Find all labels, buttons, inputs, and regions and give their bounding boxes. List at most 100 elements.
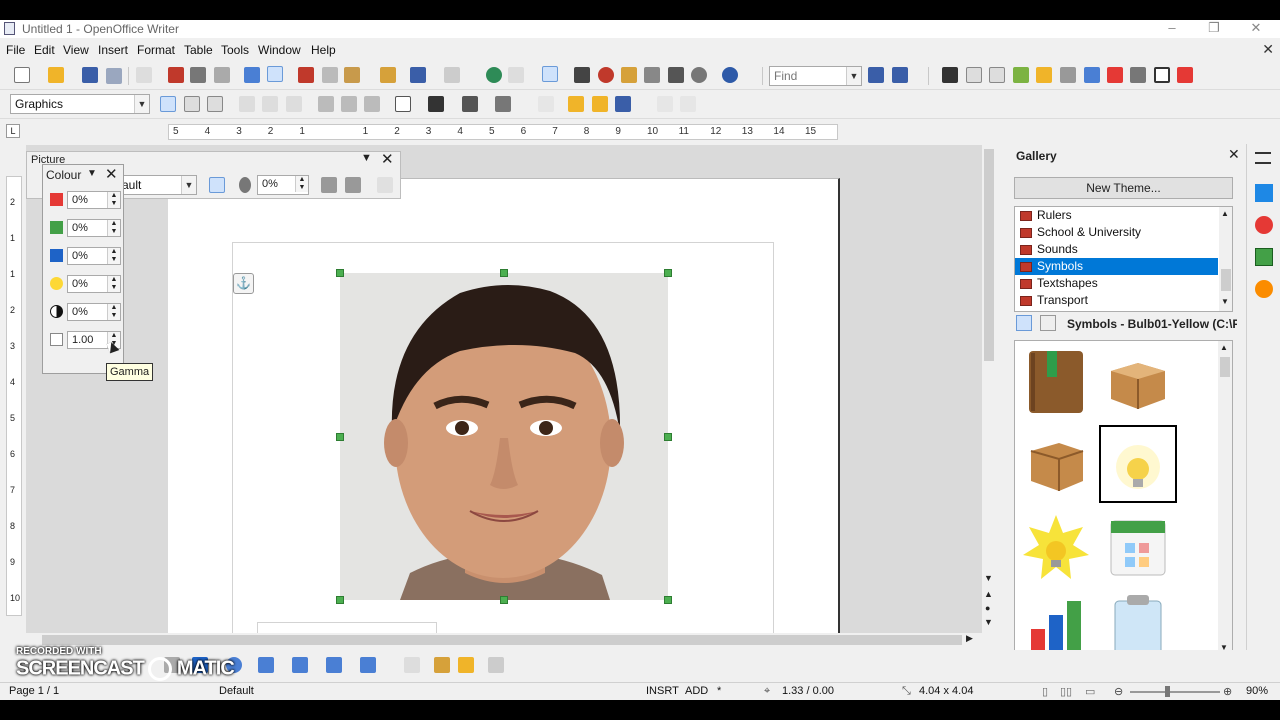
gallery-theme-list[interactable]: Rulers School & University Sounds Symbol… (1014, 206, 1233, 312)
resize-handle-b[interactable] (500, 596, 508, 604)
color-grid-icon[interactable] (1107, 67, 1123, 83)
vertical-ruler[interactable]: 2 1 1 2 3 4 5 6 7 8 9 10 (6, 176, 22, 616)
gallery-icon[interactable] (621, 67, 637, 83)
insert-mode[interactable]: INSRT (646, 685, 679, 697)
image-map-icon[interactable] (1084, 67, 1100, 83)
menu-window[interactable]: Window (258, 43, 301, 57)
drop-icon[interactable] (966, 67, 982, 83)
wrap-through-icon[interactable] (207, 96, 223, 112)
resize-handle-br[interactable] (664, 596, 672, 604)
borders-icon[interactable] (395, 96, 411, 112)
scroll-up-icon[interactable]: ▲ (1220, 343, 1228, 352)
multi-page-view-icon[interactable]: ▯▯ (1060, 685, 1072, 698)
clone-formatting-icon[interactable] (380, 67, 396, 83)
sidebar-menu-icon[interactable] (1255, 152, 1271, 164)
bulb-yellow-thumbnail-icon[interactable] (1099, 425, 1177, 503)
redo-icon[interactable] (444, 67, 460, 83)
maximize-button[interactable]: ❐ (1192, 20, 1236, 38)
menu-file[interactable]: File (6, 43, 25, 57)
resize-handle-tl[interactable] (336, 269, 344, 277)
copy-icon[interactable] (322, 67, 338, 83)
shapes-icon[interactable] (1036, 67, 1052, 83)
spin-arrows-icon[interactable]: ▲ ▼ (107, 304, 120, 320)
frame-box-icon[interactable] (1154, 67, 1170, 83)
menu-insert[interactable]: Insert (98, 43, 128, 57)
pen-icon[interactable] (1130, 67, 1146, 83)
align-middle-icon[interactable] (341, 96, 357, 112)
page-number[interactable]: Page 1 / 1 (9, 685, 59, 697)
theme-list-scrollbar[interactable]: ▲ ▼ (1219, 207, 1232, 311)
wrap-page-icon[interactable] (184, 96, 200, 112)
scroll-down-icon[interactable]: ▼ (984, 573, 993, 583)
new-theme-button[interactable]: New Theme... (1014, 177, 1233, 199)
anchor-icon[interactable] (615, 96, 631, 112)
open-box-thumbnail-icon[interactable] (1103, 347, 1173, 417)
navigation-icon[interactable]: ● (985, 603, 990, 613)
align-bottom-icon[interactable] (364, 96, 380, 112)
toolbar-menu-icon[interactable]: ▼ (361, 152, 372, 164)
properties-icon[interactable] (538, 96, 554, 112)
menu-edit[interactable]: Edit (34, 43, 55, 57)
zoom-slider[interactable] (1130, 691, 1220, 693)
export-pdf-icon[interactable] (168, 67, 184, 83)
blue-spinner[interactable]: 0% ▲ ▼ (67, 247, 121, 265)
flowchart-icon[interactable] (292, 657, 308, 673)
scroll-thumb[interactable] (1221, 269, 1231, 291)
align-right-icon[interactable] (286, 96, 302, 112)
scroll-thumb[interactable] (1220, 357, 1230, 377)
book-view-icon[interactable]: ▭ (1085, 685, 1095, 698)
paste-icon[interactable] (344, 67, 360, 83)
formatting-marks-icon[interactable] (668, 67, 684, 83)
close-document-icon[interactable]: ✕ (1262, 41, 1274, 58)
scroll-down-icon[interactable]: ▼ (1221, 297, 1229, 306)
find-field[interactable]: Find ▼ (769, 66, 862, 86)
properties-deck-icon[interactable] (1255, 184, 1273, 202)
thumbnail-scrollbar[interactable]: ▲ ▼ (1218, 341, 1232, 657)
chevron-down-icon[interactable]: ▼ (181, 176, 196, 194)
closed-box-thumbnail-icon[interactable] (1021, 431, 1091, 501)
background-color-icon[interactable] (495, 96, 511, 112)
scroll-right-icon[interactable]: ▶ (966, 633, 973, 644)
extrusion-icon[interactable] (488, 657, 504, 673)
align-left-icon[interactable] (239, 96, 255, 112)
scroll-up-icon[interactable]: ▲ (1221, 209, 1229, 218)
close-picture-toolbar-icon[interactable]: ✕ (381, 150, 394, 168)
menu-format[interactable]: Format (137, 43, 175, 57)
detail-view-icon[interactable] (1040, 315, 1056, 331)
theme-item[interactable]: School & University (1015, 224, 1218, 241)
spin-arrows-icon[interactable]: ▲ ▼ (107, 220, 120, 236)
save-icon[interactable] (82, 67, 98, 83)
tab-stop-selector[interactable]: L (6, 124, 20, 138)
scroll-thumb[interactable] (984, 149, 994, 361)
table-icon[interactable] (508, 67, 524, 83)
close-colour-panel-icon[interactable]: ✕ (105, 165, 118, 183)
previous-page-icon[interactable]: ▲ (984, 589, 993, 599)
resize-handle-t[interactable] (500, 269, 508, 277)
transparency-spinner[interactable]: 0% ▲ ▼ (257, 175, 309, 195)
menu-help[interactable]: Help (311, 43, 336, 57)
zoom-out-icon[interactable]: ⊖ (1114, 685, 1123, 698)
panel-menu-icon[interactable]: ▼ (87, 168, 97, 179)
link-frames-icon[interactable] (657, 96, 673, 112)
crop-icon[interactable] (377, 177, 393, 193)
fontwork-icon[interactable] (458, 657, 474, 673)
green-spinner[interactable]: 0% ▲ ▼ (67, 219, 121, 237)
theme-item[interactable]: Sounds (1015, 241, 1218, 258)
horizontal-ruler[interactable]: 5 4 3 2 1 1 2 3 4 5 6 7 8 9 10 11 12 13 14 15 (168, 124, 838, 140)
show-draw-functions-icon[interactable] (542, 66, 558, 82)
menu-tools[interactable]: Tools (221, 43, 249, 57)
email-icon[interactable] (106, 68, 122, 84)
page-style[interactable]: Default (219, 685, 254, 697)
zoom-slider-thumb[interactable] (1165, 686, 1170, 697)
theme-item[interactable]: Rulers (1015, 207, 1218, 224)
vertical-scrollbar[interactable]: ▼ ▲ ● ▼ (982, 145, 996, 633)
flip-horizontal-icon[interactable] (345, 177, 361, 193)
h-scroll-thumb[interactable] (42, 635, 962, 645)
hyperlink-icon[interactable] (486, 67, 502, 83)
autospellcheck-icon[interactable] (267, 66, 283, 82)
zoom-level[interactable]: 90% (1246, 685, 1268, 697)
anchor-marker-icon[interactable]: ⚓ (233, 273, 254, 294)
open-folder-icon[interactable] (48, 67, 64, 83)
wrap-off-icon[interactable] (160, 96, 176, 112)
chevron-down-icon[interactable]: ▼ (846, 67, 861, 85)
